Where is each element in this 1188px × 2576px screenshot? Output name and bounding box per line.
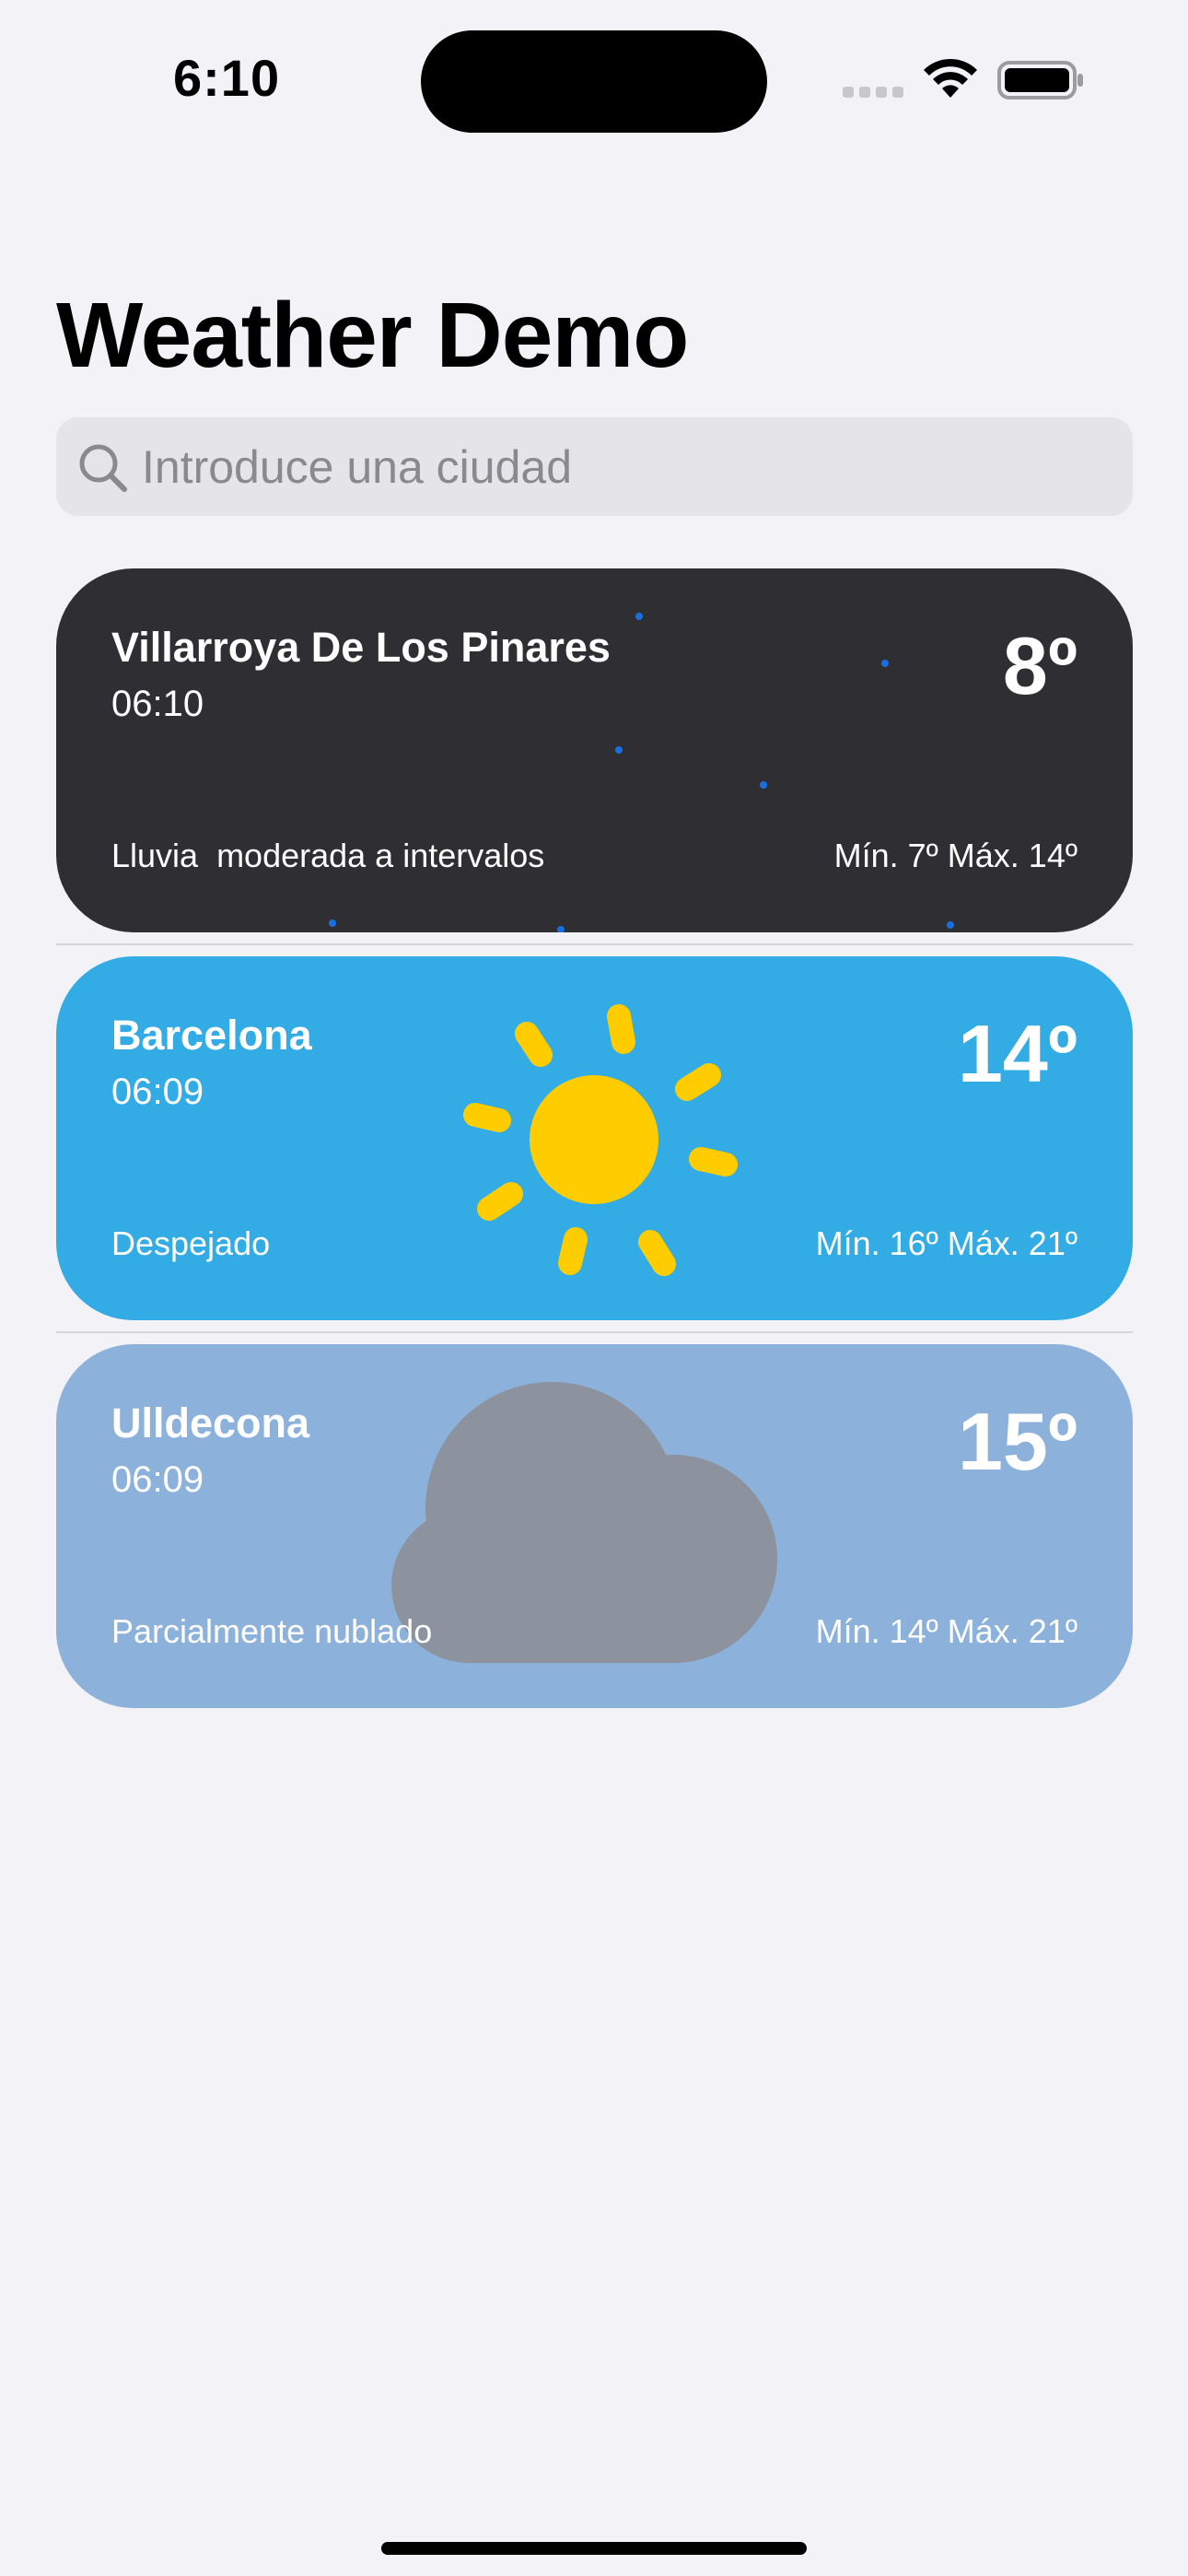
status-time: 6:10 (173, 49, 281, 107)
page-title: Weather Demo (56, 284, 689, 387)
cellular-signal-icon (843, 87, 903, 98)
home-indicator[interactable] (381, 2542, 807, 2555)
list-separator (56, 943, 1133, 945)
card-temperature: 8º (1002, 620, 1077, 711)
card-city: Ulldecona (111, 1399, 310, 1446)
card-condition: Despejado (111, 1224, 271, 1262)
card-time: 06:09 (111, 1459, 204, 1500)
card-city: Villarroya De Los Pinares (111, 624, 611, 671)
search-input[interactable] (142, 417, 1109, 516)
weather-card-villarroya[interactable]: Villarroya De Los Pinares 06:10 8º Lluvi… (56, 568, 1133, 932)
weather-card-ulldecona[interactable]: Ulldecona 06:09 15º Parcialmente nublado… (56, 1344, 1133, 1708)
card-city: Barcelona (111, 1012, 312, 1059)
search-icon (79, 444, 127, 492)
wifi-icon (924, 58, 977, 98)
dynamic-island (421, 30, 767, 133)
card-temperature: 15º (957, 1396, 1077, 1487)
search-bar[interactable] (56, 417, 1133, 516)
card-min-max: Mín. 16º Máx. 21º (815, 1224, 1077, 1262)
weather-card-barcelona[interactable]: Barcelona 06:09 14º Despejado Mín. 16º M… (56, 956, 1133, 1320)
battery-icon (997, 61, 1083, 100)
card-min-max: Mín. 14º Máx. 21º (815, 1612, 1077, 1650)
card-time: 06:10 (111, 684, 204, 724)
card-time: 06:09 (111, 1071, 204, 1112)
card-condition: Parcialmente nublado (111, 1612, 433, 1650)
card-temperature: 14º (957, 1008, 1077, 1099)
list-separator (56, 1331, 1133, 1333)
card-condition: Lluvia moderada a intervalos (111, 837, 545, 874)
card-min-max: Mín. 7º Máx. 14º (833, 837, 1077, 874)
